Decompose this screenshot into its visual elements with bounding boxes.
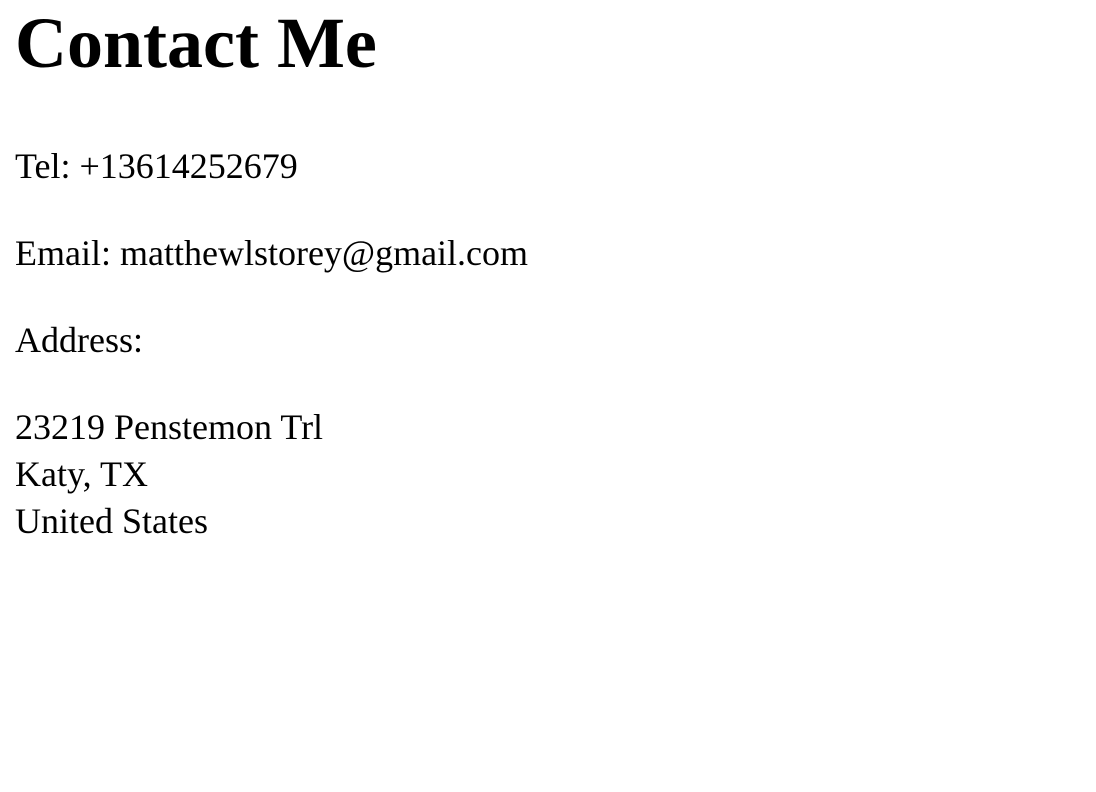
contact-page: Contact Me Tel: +13614252679 Email: matt… <box>0 0 1096 545</box>
page-title: Contact Me <box>15 3 377 83</box>
address-label: Address: <box>15 320 143 360</box>
address-block: 23219 Penstemon Trl Katy, TX United Stat… <box>15 404 1081 545</box>
address-street: 23219 Penstemon Trl <box>15 407 324 447</box>
address-city-state: Katy, TX <box>15 454 148 494</box>
address-country: United States <box>15 501 208 541</box>
email-text: Email: matthewlstorey@gmail.com <box>15 233 529 273</box>
telephone-text: Tel: +13614252679 <box>15 146 298 186</box>
